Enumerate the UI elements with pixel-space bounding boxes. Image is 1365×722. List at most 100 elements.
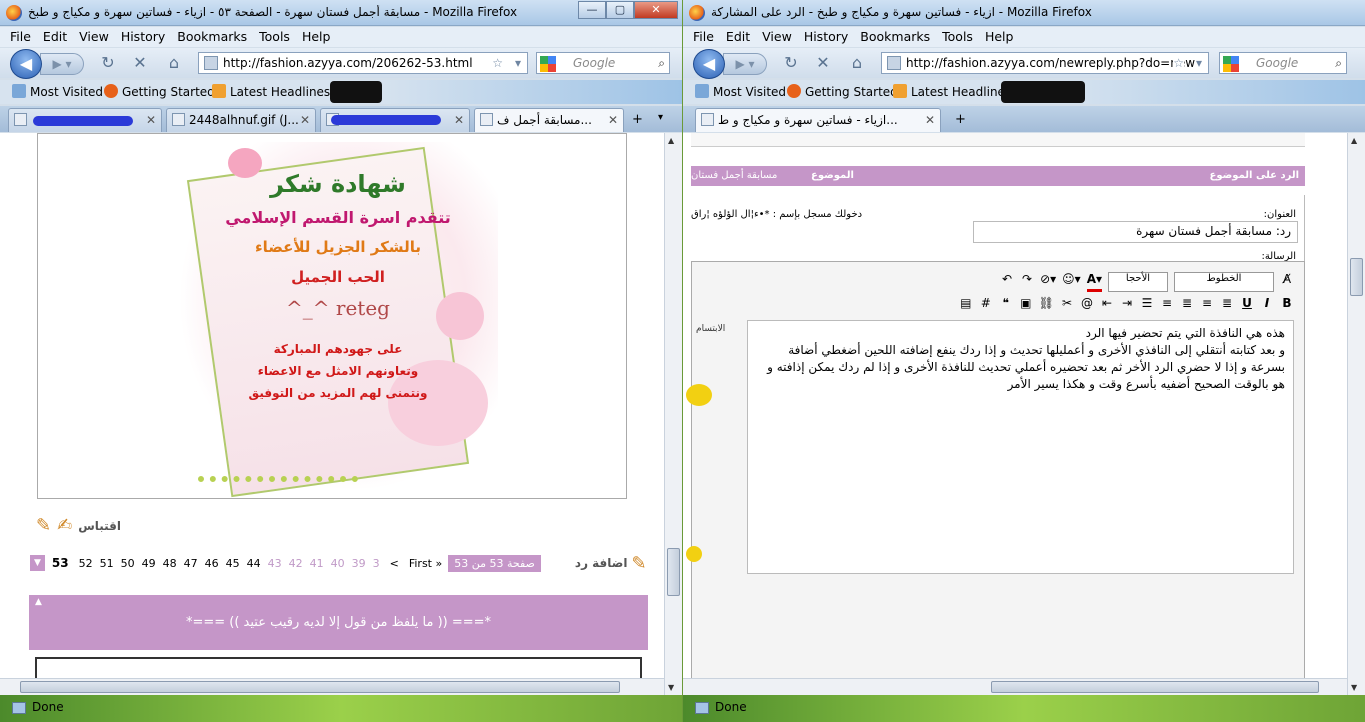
collapse-icon[interactable]: ▲ xyxy=(35,575,42,630)
page-link[interactable]: 45 xyxy=(226,557,240,570)
align-left-icon[interactable]: ≣ xyxy=(1180,296,1194,316)
menu-view[interactable]: View xyxy=(73,27,115,47)
stop-icon[interactable]: ✕ xyxy=(809,51,837,77)
prev-page-link[interactable]: < xyxy=(390,557,399,570)
new-tab-button[interactable]: + xyxy=(632,112,643,127)
horizontal-scrollbar[interactable] xyxy=(683,678,1347,695)
back-button[interactable]: ◀ xyxy=(693,49,725,79)
reload-icon[interactable]: ↻ xyxy=(94,51,122,77)
menu-file[interactable]: File xyxy=(4,27,37,47)
vertical-scrollbar[interactable]: ▲ ▼ xyxy=(664,133,682,695)
image-icon[interactable]: ▣ xyxy=(1019,296,1033,316)
reload-icon[interactable]: ↻ xyxy=(777,51,805,77)
url-dropdown-icon[interactable]: ▾ xyxy=(1195,53,1202,73)
scroll-thumb[interactable] xyxy=(991,681,1319,693)
reply-button[interactable]: اضافة رد xyxy=(575,556,628,570)
menu-history[interactable]: History xyxy=(115,27,171,47)
font-select[interactable]: الخطوط xyxy=(1174,272,1274,292)
unlink-icon[interactable]: ✂ xyxy=(1060,296,1074,316)
title-input[interactable]: رد: مسابقة أجمل فستان سهرة xyxy=(973,221,1298,243)
menu-tools[interactable]: Tools xyxy=(253,27,296,47)
maximize-button[interactable]: ▢ xyxy=(606,1,634,19)
align-center-icon[interactable]: ≡ xyxy=(1200,296,1214,316)
italic-icon[interactable]: I xyxy=(1260,296,1274,316)
scroll-thumb[interactable] xyxy=(1350,258,1363,296)
page-link[interactable]: 3 xyxy=(373,557,380,570)
search-icon[interactable]: ⌕ xyxy=(1335,53,1342,73)
forward-button[interactable]: ▶ ▾ xyxy=(40,53,84,75)
search-icon[interactable]: ⌕ xyxy=(658,53,665,73)
tab-redacted-1[interactable]: ✕ xyxy=(8,108,162,132)
scroll-up-icon[interactable]: ▲ xyxy=(1351,136,1357,145)
hash-icon[interactable]: # xyxy=(979,296,993,316)
quote-icon[interactable]: ❝ xyxy=(999,296,1013,316)
title-bar[interactable]: مسابقة أجمل فستان سهرة - الصفحة ٥٣ - ازي… xyxy=(0,0,682,26)
smiley-icon[interactable] xyxy=(686,546,702,562)
undo-icon[interactable]: ↶ xyxy=(1000,272,1014,292)
page-link[interactable]: 46 xyxy=(205,557,219,570)
scroll-down-icon[interactable]: ▼ xyxy=(668,683,674,692)
page-link[interactable]: 49 xyxy=(142,557,156,570)
title-bar[interactable]: ازياء - فساتين سهرة و مكياج و طبخ - الرد… xyxy=(683,0,1365,26)
link-icon[interactable]: ⛓ xyxy=(1039,296,1054,316)
url-bar[interactable]: http://fashion.azyya.com/206262-53.html … xyxy=(198,52,528,74)
remove-format-icon[interactable]: A̸ xyxy=(1280,272,1294,292)
page-link[interactable]: 42 xyxy=(289,557,303,570)
menu-help[interactable]: Help xyxy=(296,27,337,47)
outdent-icon[interactable]: ⇤ xyxy=(1100,296,1114,316)
bullet-list-icon[interactable]: ☰ xyxy=(1140,296,1154,316)
forward-button[interactable]: ▶ ▾ xyxy=(723,53,767,75)
page-link[interactable]: 48 xyxy=(163,557,177,570)
smiley-icon[interactable] xyxy=(686,384,712,406)
pagination-menu-icon[interactable]: ▼ xyxy=(30,555,45,571)
page-link[interactable]: 50 xyxy=(121,557,135,570)
redo-icon[interactable]: ↷ xyxy=(1020,272,1034,292)
number-list-icon[interactable]: ≡ xyxy=(1160,296,1174,316)
minimize-button[interactable]: — xyxy=(578,1,606,19)
menu-bookmarks[interactable]: Bookmarks xyxy=(854,27,936,47)
scroll-thumb[interactable] xyxy=(667,548,680,596)
vertical-scrollbar[interactable]: ▲ ▼ xyxy=(1347,133,1365,695)
page-link[interactable]: 40 xyxy=(331,557,345,570)
menu-tools[interactable]: Tools xyxy=(936,27,979,47)
url-bar[interactable]: http://fashion.azyya.com/newreply.php?do… xyxy=(881,52,1209,74)
font-color-icon[interactable]: A▾ xyxy=(1086,272,1102,292)
attach-icon[interactable]: ⊘▾ xyxy=(1040,272,1056,292)
email-icon[interactable]: @ xyxy=(1080,296,1094,316)
bookmark-latest-headlines[interactable]: Latest Headlines xyxy=(212,84,330,99)
close-button[interactable]: ✕ xyxy=(634,1,678,19)
url-dropdown-icon[interactable]: ▾ xyxy=(515,53,521,73)
bookmark-latest-headlines[interactable]: Latest Headlines xyxy=(893,84,1011,99)
underline-icon[interactable]: U xyxy=(1240,296,1254,316)
new-tab-button[interactable]: + xyxy=(955,112,966,127)
menu-view[interactable]: View xyxy=(756,27,798,47)
back-button[interactable]: ◀ xyxy=(10,49,42,79)
page-link[interactable]: 47 xyxy=(184,557,198,570)
tab-reply[interactable]: ازياء - فساتين سهرة و مكياج و ط... ✕ xyxy=(695,108,941,132)
search-box[interactable]: Google ⌕ xyxy=(536,52,670,74)
tab-image[interactable]: 2448alhnuf.gif (J... ✕ xyxy=(166,108,316,132)
tab-contest[interactable]: مسابقة أجمل ف... ✕ xyxy=(474,108,624,132)
page-link[interactable]: 41 xyxy=(310,557,324,570)
menu-history[interactable]: History xyxy=(798,27,854,47)
code-icon[interactable]: ▤ xyxy=(959,296,973,316)
menu-file[interactable]: File xyxy=(687,27,720,47)
align-right-icon[interactable]: ≣ xyxy=(1220,296,1234,316)
message-textarea[interactable]: هذه هي النافذة التي يتم تحضير فيها الرد … xyxy=(747,320,1294,574)
tab-redacted-2[interactable]: ✕ xyxy=(320,108,470,132)
page-link[interactable]: 44 xyxy=(247,557,261,570)
bookmark-most-visited[interactable]: Most Visited xyxy=(12,84,103,99)
star-icon[interactable]: ☆ xyxy=(492,53,503,73)
page-link[interactable]: 43 xyxy=(268,557,282,570)
stop-icon[interactable]: ✕ xyxy=(126,51,154,77)
indent-icon[interactable]: ⇥ xyxy=(1120,296,1134,316)
tab-list-button[interactable]: ▾ xyxy=(658,112,663,123)
star-icon[interactable]: ☆ xyxy=(1173,53,1184,73)
horizontal-scrollbar[interactable] xyxy=(0,678,664,695)
menu-help[interactable]: Help xyxy=(979,27,1020,47)
scroll-up-icon[interactable]: ▲ xyxy=(668,136,674,145)
bookmark-most-visited[interactable]: Most Visited xyxy=(695,84,786,99)
bookmark-getting-started[interactable]: Getting Started xyxy=(787,84,898,99)
scroll-down-icon[interactable]: ▼ xyxy=(1351,683,1357,692)
menu-edit[interactable]: Edit xyxy=(720,27,756,47)
